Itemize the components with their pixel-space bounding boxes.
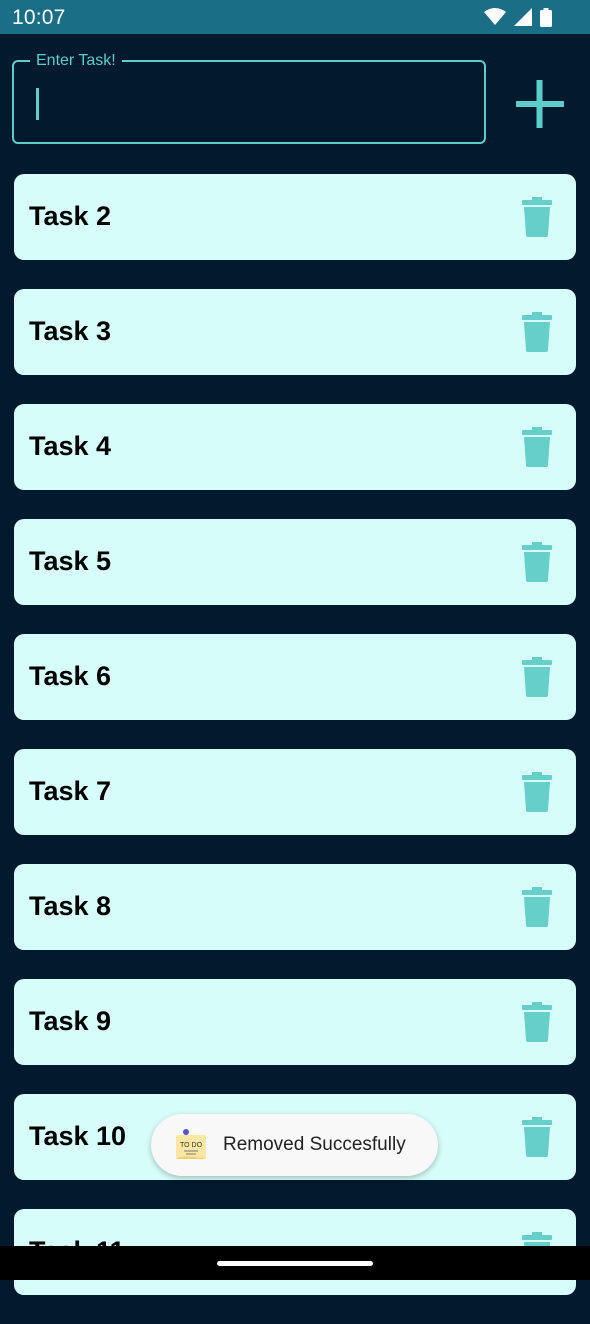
status-icons [484, 7, 552, 27]
trash-icon [522, 657, 552, 697]
delete-task-button[interactable] [522, 542, 552, 582]
svg-text:TO DO: TO DO [180, 1142, 203, 1149]
status-time: 10:07 [12, 6, 66, 29]
delete-task-button[interactable] [522, 312, 552, 352]
home-indicator[interactable] [217, 1261, 373, 1266]
task-label: Task 5 [29, 546, 112, 576]
trash-icon [522, 427, 552, 467]
task-card[interactable]: Task 7 [14, 749, 576, 835]
task-card[interactable]: Task 8 [14, 864, 576, 950]
trash-icon [522, 1002, 552, 1042]
delete-task-button[interactable] [522, 887, 552, 927]
task-card[interactable]: Task 3 [14, 289, 576, 375]
task-card[interactable]: Task 6 [14, 634, 576, 720]
task-label: Task 10 [29, 1121, 127, 1151]
trash-icon [522, 887, 552, 927]
task-card[interactable]: Task 9 [14, 979, 576, 1065]
task-input-container: Enter Task! [12, 51, 486, 144]
task-card[interactable]: Task 5 [14, 519, 576, 605]
trash-icon [522, 772, 552, 812]
toast: TO DO Removed Succesfully [151, 1114, 438, 1176]
task-label: Task 3 [29, 316, 112, 346]
delete-task-button[interactable] [522, 427, 552, 467]
delete-task-button[interactable] [522, 1002, 552, 1042]
task-label: Task 9 [29, 1006, 112, 1036]
task-label: Task 2 [29, 201, 112, 231]
task-label: Task 6 [29, 661, 112, 691]
todo-note-icon: TO DO [176, 1129, 206, 1159]
wifi-icon [484, 8, 506, 25]
task-card[interactable]: Task 4 [14, 404, 576, 490]
add-task-button[interactable] [512, 76, 568, 132]
toast-message: Removed Succesfully [223, 1134, 406, 1155]
task-label: Task 7 [29, 776, 112, 806]
battery-icon [540, 7, 552, 27]
plus-icon [516, 80, 564, 128]
delete-task-button[interactable] [522, 772, 552, 812]
navigation-bar [0, 1246, 590, 1280]
delete-task-button[interactable] [522, 1117, 552, 1157]
task-label: Task 4 [29, 431, 112, 461]
trash-icon [522, 197, 552, 237]
trash-icon [522, 312, 552, 352]
trash-icon [522, 1117, 552, 1157]
task-card[interactable]: Task 2 [14, 174, 576, 260]
delete-task-button[interactable] [522, 197, 552, 237]
text-cursor [36, 88, 39, 120]
delete-task-button[interactable] [522, 657, 552, 697]
trash-icon [522, 542, 552, 582]
task-input[interactable] [32, 84, 462, 120]
task-label: Task 8 [29, 891, 112, 921]
status-bar: 10:07 [0, 0, 590, 34]
signal-icon [514, 8, 532, 26]
task-input-label: Enter Task! [30, 51, 122, 71]
